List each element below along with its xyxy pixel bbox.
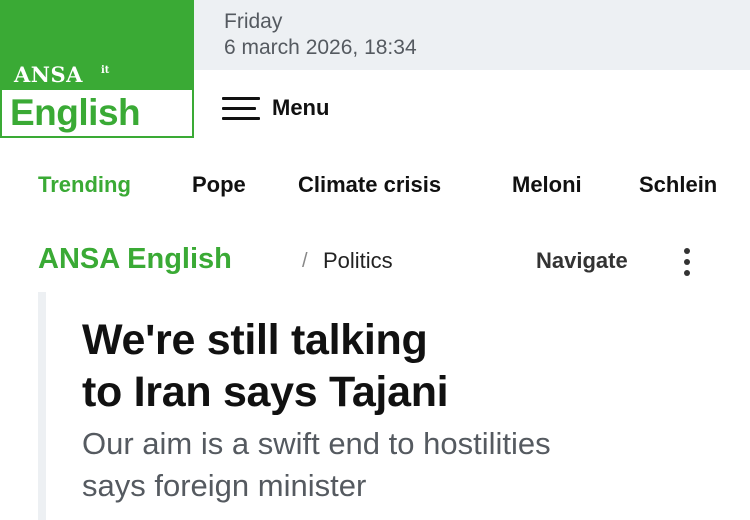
article: We're still talking to Iran says Tajani … [38,292,750,520]
trending-item-schlein[interactable]: Schlein [639,172,717,198]
breadcrumb: ANSA English / Politics Navigate [0,240,750,284]
breadcrumb-section[interactable]: Politics [323,248,393,274]
logo-green-block: ANSA it [2,2,192,90]
menu-label: Menu [272,95,330,120]
trending-item-pope[interactable]: Pope [192,172,246,198]
date-bar: Friday 6 march 2026, 18:34 [194,0,750,70]
trending-label: Trending [38,172,131,197]
logo-edition: English [10,92,141,133]
page: ANSA it English Friday 6 march 2026, 18:… [0,0,750,520]
kebab-menu-icon[interactable] [680,248,694,276]
site-header: ANSA it English Friday 6 march 2026, 18:… [0,0,750,140]
date-full: 6 march 2026, 18:34 [224,36,417,59]
ansa-english-logo[interactable]: ANSA it English [0,0,194,138]
article-side-rule [38,292,46,520]
logo-brand-suffix: it [101,65,110,76]
logo-brand: ANSA [14,62,83,87]
menu-button[interactable]: Menu [222,92,352,126]
breadcrumb-home[interactable]: ANSA English [38,243,232,276]
headline-line: We're still talking [82,316,428,364]
subheadline-line: Our aim is a swift end to hostilities [82,426,551,461]
headline-line: to Iran says Tajani [82,368,449,416]
hamburger-icon [222,97,260,121]
article-subheadline: Our aim is a swift end to hostilities sa… [82,423,722,507]
article-headline: We're still talking to Iran says Tajani [82,314,722,418]
trending-item-climate-crisis[interactable]: Climate crisis [298,172,441,198]
breadcrumb-separator: / [302,250,308,272]
trending-item-meloni[interactable]: Meloni [512,172,582,198]
subheadline-line: says foreign minister [82,468,367,503]
trending-nav: Trending Pope Climate crisis Meloni Schl… [0,168,750,204]
navigate-button[interactable]: Navigate [536,248,628,274]
date-day: Friday [224,10,283,33]
